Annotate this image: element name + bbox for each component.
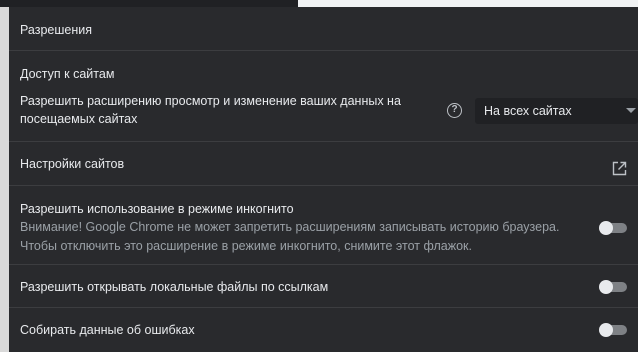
incognito-warning: Внимание! Google Chrome не может запрети… (20, 220, 560, 253)
incognito-label: Разрешить использование в режиме инкогни… (20, 202, 294, 216)
site-settings-label: Настройки сайтов (20, 157, 125, 171)
permissions-card: Разрешения Доступ к сайтам Разрешить рас… (9, 7, 638, 352)
help-icon[interactable]: ? (447, 103, 462, 118)
permissions-header: Разрешения (9, 7, 638, 51)
site-settings-row[interactable]: Настройки сайтов (9, 142, 638, 186)
external-link-icon[interactable] (612, 161, 627, 176)
toggle-knob (599, 323, 613, 337)
dropdown-arrow-icon (626, 108, 636, 113)
site-access-heading: Доступ к сайтам (20, 67, 115, 81)
top-strip-light (298, 0, 638, 7)
site-access-section: Доступ к сайтам Разрешить расширению про… (9, 51, 638, 142)
error-collection-toggle[interactable] (599, 323, 629, 337)
file-urls-label: Разрешить открывать локальные файлы по с… (20, 280, 329, 294)
file-urls-toggle[interactable] (599, 280, 629, 294)
site-access-select-value: На всех сайтах (484, 104, 572, 118)
top-strip (0, 0, 638, 7)
error-collection-row: Собирать данные об ошибках (9, 308, 638, 352)
toggle-knob (599, 280, 613, 294)
incognito-toggle[interactable] (599, 221, 629, 235)
incognito-row: Разрешить использование в режиме инкогни… (9, 186, 638, 265)
site-access-description: Разрешить расширению просмотр и изменени… (20, 94, 401, 126)
toggle-knob (599, 221, 613, 235)
site-access-select[interactable]: На всех сайтах (475, 98, 638, 124)
section-title: Разрешения (20, 23, 93, 37)
file-urls-row: Разрешить открывать локальные файлы по с… (9, 265, 638, 308)
error-collection-label: Собирать данные об ошибках (20, 323, 195, 337)
